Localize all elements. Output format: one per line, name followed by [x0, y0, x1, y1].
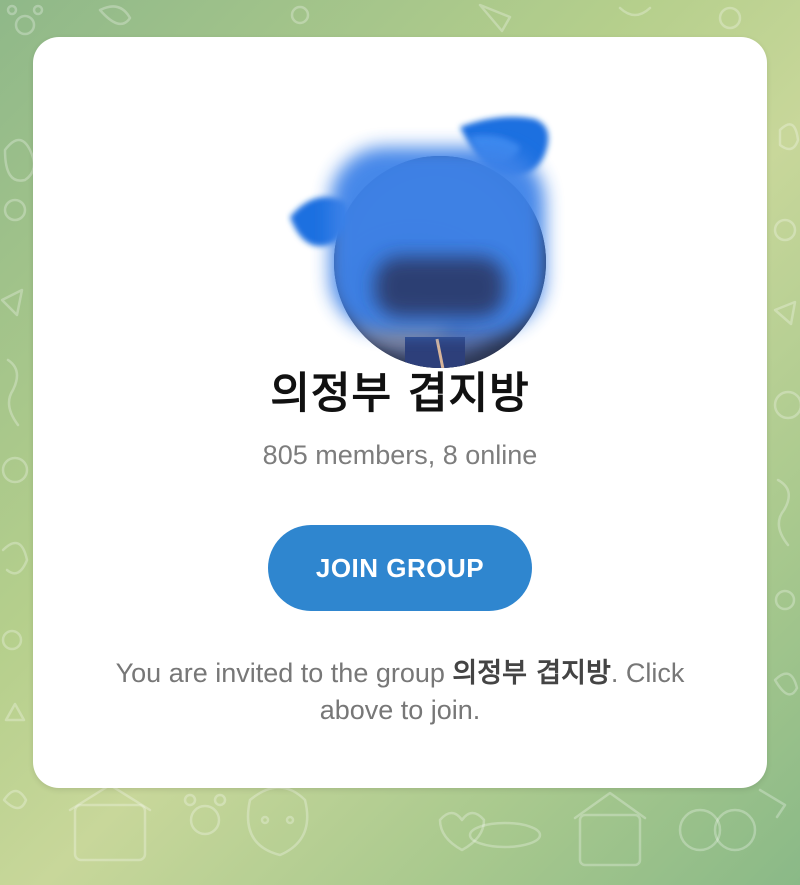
- members-status: 805 members, 8 online: [262, 440, 538, 470]
- group-avatar: [285, 107, 585, 372]
- invite-message-prefix: You are invited to the group: [115, 658, 453, 688]
- group-title: 의정부 겹지방: [270, 369, 530, 419]
- invite-message-group-name: 의정부 겹지방: [452, 658, 611, 689]
- blurred-avatar-icon: [290, 116, 549, 368]
- join-group-button[interactable]: JOIN GROUP: [268, 525, 532, 611]
- group-invite-card: 의정부 겹지방 805 members, 8 online JOIN GROUP…: [33, 37, 767, 788]
- invite-message: You are invited to the group 의정부 겹지방. Cl…: [93, 655, 707, 728]
